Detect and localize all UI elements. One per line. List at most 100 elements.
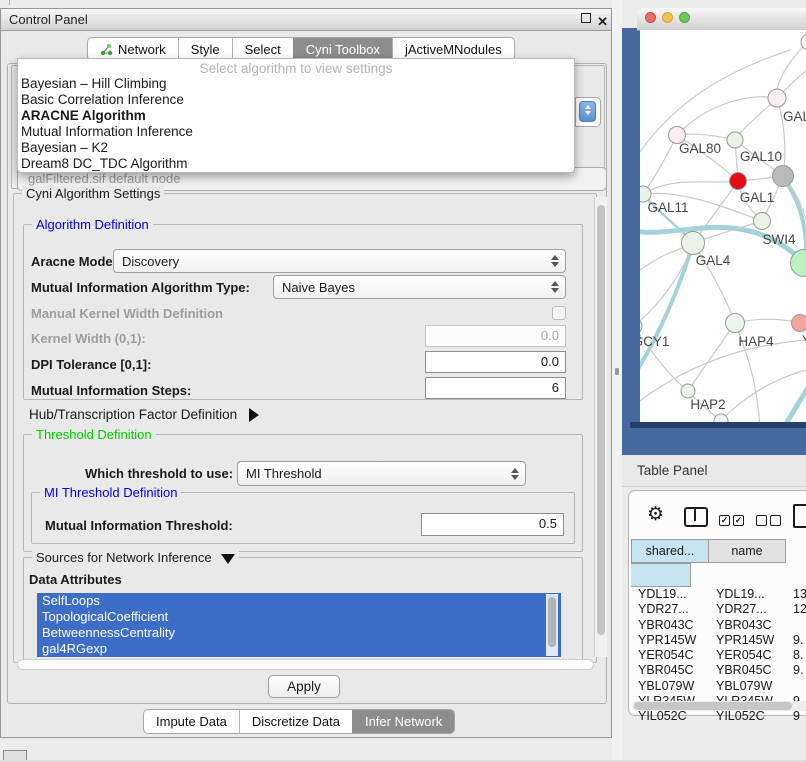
column-header-shared-[interactable]: shared...: [631, 539, 709, 563]
bottom-tab-impute-data[interactable]: Impute Data: [144, 710, 239, 733]
tab-network[interactable]: Network: [88, 38, 178, 60]
sources-group-title[interactable]: Sources for Network Inference: [32, 550, 239, 565]
new-table-icon[interactable]: [793, 504, 806, 528]
table-selector-text: galFiltered.sif default node: [28, 171, 180, 186]
gear-icon[interactable]: ⚙: [647, 503, 664, 526]
attribute-item-topologicalcoefficient[interactable]: TopologicalCoefficient: [37, 609, 561, 625]
tab-select[interactable]: Select: [232, 38, 293, 60]
float-window-button[interactable]: [581, 13, 591, 23]
manual-kernel-checkbox[interactable]: [552, 306, 566, 320]
dpi-tolerance-field[interactable]: 0.0: [425, 351, 566, 373]
which-threshold-combo[interactable]: MI Threshold: [237, 461, 526, 486]
column-header-name[interactable]: name: [709, 539, 786, 563]
settings-group-title: Cyni Algorithm Settings: [22, 186, 164, 201]
hub-definition-expander[interactable]: Hub/Transcription Factor Definition: [29, 407, 259, 422]
node-top-partial[interactable]: [801, 34, 806, 50]
attributes-scrollbar-track[interactable]: [546, 594, 558, 656]
table-hscrollbar-track[interactable]: [632, 701, 806, 711]
combo-stepper-icon: [551, 281, 559, 293]
splitter-grip-icon[interactable]: [615, 368, 619, 375]
kernel-width-field[interactable]: 0.0: [425, 325, 566, 347]
table-cell: YBR045C: [709, 663, 786, 678]
algorithm-item-basic-correlation-inference[interactable]: Basic Correlation Inference: [18, 92, 574, 108]
table-row[interactable]: YDR27...YDR27...12: [631, 602, 806, 617]
node-gal1[interactable]: [754, 213, 771, 230]
table-cell: 9: [786, 709, 806, 724]
hub-definition-label: Hub/Transcription Factor Definition: [29, 407, 237, 422]
minimize-traffic-light[interactable]: [662, 12, 673, 23]
data-attributes-label: Data Attributes: [29, 572, 122, 587]
mi-type-combo[interactable]: Naive Bayes: [273, 275, 566, 299]
hidden-combo-fragment[interactable]: [575, 97, 601, 127]
network-canvas[interactable]: GALGAL80GAL10GAL11GAL1GAL4SWI4GCY1HAP4YH…: [640, 30, 806, 422]
table-row[interactable]: YER054CYER054C8.: [631, 648, 806, 663]
tab-cyni-toolbox[interactable]: Cyni Toolbox: [293, 38, 392, 60]
attribute-item-selfloops[interactable]: SelfLoops: [37, 593, 561, 609]
algorithm-item-aracne-algorithm[interactable]: ARACNE Algorithm: [18, 108, 574, 124]
network-graph[interactable]: GALGAL80GAL10GAL11GAL1GAL4SWI4GCY1HAP4YH…: [640, 30, 806, 422]
node-salmon[interactable]: [792, 315, 806, 332]
close-traffic-light[interactable]: [645, 12, 656, 23]
algorithm-item-bayesian-hill-climbing[interactable]: Bayesian – Hill Climbing: [18, 76, 574, 92]
tab-style[interactable]: Style: [178, 38, 232, 60]
table-cell: 9.: [786, 663, 806, 678]
table-row[interactable]: YBL079WYBL079W: [631, 679, 806, 694]
zoom-traffic-light[interactable]: [679, 12, 690, 23]
attribute-item-betweennesscentrality[interactable]: BetweennessCentrality: [37, 625, 561, 641]
column-header-partial[interactable]: [631, 563, 691, 587]
bottom-tab-infer-network-label: Infer Network: [365, 714, 442, 729]
control-panel-window: Control Panel ✕ NetworkStyleSelectCyni T…: [0, 8, 612, 738]
node-gray[interactable]: [773, 166, 794, 187]
table-row[interactable]: YIL052CYIL052C9: [631, 709, 806, 724]
mi-steps-label: Mutual Information Steps:: [31, 383, 191, 398]
table-header-row[interactable]: shared...name: [631, 539, 806, 587]
columns-icon[interactable]: [684, 507, 708, 527]
table-row[interactable]: YDL19...YDL19...13: [631, 587, 806, 602]
algorithm-item-mutual-information-inference[interactable]: Mutual Information Inference: [18, 124, 574, 140]
aracne-mode-combo[interactable]: Discovery: [113, 249, 566, 273]
settings-scrollbar-track[interactable]: [594, 197, 607, 657]
panel-splitter[interactable]: [612, 0, 622, 762]
table-cell: 8.: [786, 648, 806, 663]
network-window-titlebar[interactable]: [637, 8, 806, 31]
attribute-item-gal4rgexp[interactable]: gal4RGexp: [37, 641, 561, 657]
collapse-down-icon: [221, 554, 235, 564]
expand-right-icon: [249, 408, 259, 422]
settings-hscrollbar[interactable]: [17, 659, 594, 670]
table-cell: YIL052C: [631, 709, 709, 724]
tab-jactivemnodules[interactable]: jActiveMNodules: [392, 38, 514, 60]
manual-kernel-label: Manual Kernel Width Definition: [31, 306, 223, 321]
node-hap2[interactable]: [681, 384, 695, 398]
table-panel-title: Table Panel: [637, 463, 708, 478]
settings-scrollbar-thumb[interactable]: [597, 205, 605, 635]
table-hscrollbar-thumb[interactable]: [634, 702, 792, 710]
bottom-tab-infer-network[interactable]: Infer Network: [352, 710, 454, 733]
tab-style-label: Style: [191, 42, 220, 57]
bottom-tab-discretize-data[interactable]: Discretize Data: [239, 710, 352, 733]
algorithm-item-bayesian-k2[interactable]: Bayesian – K2: [18, 140, 574, 156]
node-red[interactable]: [730, 173, 747, 190]
tab-select-label: Select: [245, 42, 281, 57]
table-row[interactable]: YBR045CYBR045C9.: [631, 663, 806, 678]
mi-threshold-field[interactable]: 0.5: [421, 513, 564, 536]
data-attributes-list[interactable]: SelfLoopsTopologicalCoefficientBetweenne…: [37, 593, 561, 657]
table-panel-box: ⚙ ✓✓ shared...name YDL19...YDL19...13YDR…: [628, 490, 806, 716]
tab-jactivemnodules-label: jActiveMNodules: [405, 42, 502, 57]
select-all-checks-icon[interactable]: ✓✓: [719, 512, 747, 530]
table-row[interactable]: YBR043CYBR043C: [631, 618, 806, 633]
algorithm-item-dream8-dc-tdc-algorithm[interactable]: Dream8 DC_TDC Algorithm: [18, 156, 574, 172]
combo-stepper-blue-icon: [579, 101, 596, 122]
table-row[interactable]: YPR145WYPR145W9.: [631, 633, 806, 648]
node-gal4[interactable]: [682, 232, 705, 255]
close-window-button[interactable]: ✕: [597, 14, 608, 30]
node-label-swi4: SWI4: [762, 232, 795, 247]
deselect-all-checks-icon[interactable]: [756, 512, 784, 530]
node-table[interactable]: shared...name YDL19...YDL19...13YDR27...…: [631, 539, 806, 725]
node-gal10[interactable]: [727, 132, 743, 148]
mi-threshold-label: Mutual Information Threshold:: [45, 518, 233, 533]
apply-button[interactable]: Apply: [268, 675, 340, 698]
node-gal-pink[interactable]: [768, 89, 786, 107]
node-hap4[interactable]: [726, 314, 745, 333]
mi-steps-field[interactable]: 6: [425, 377, 566, 399]
attributes-scrollbar-thumb[interactable]: [548, 597, 556, 647]
